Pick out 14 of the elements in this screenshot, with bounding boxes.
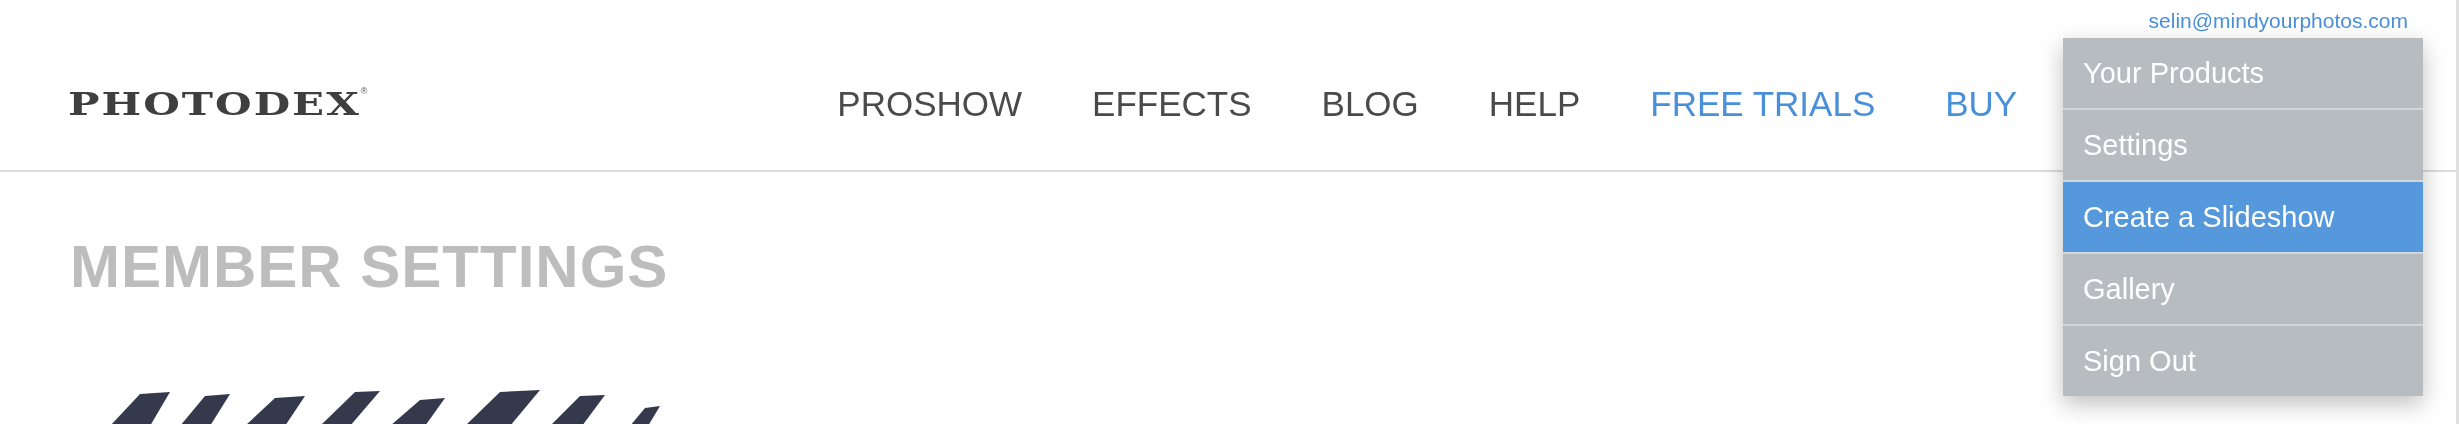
page-title: MEMBER SETTINGS xyxy=(70,232,669,301)
photodex-logo[interactable]: PHOTODEX xyxy=(68,85,361,123)
nav-link[interactable]: PROSHOW xyxy=(837,84,1023,124)
nav-link[interactable]: EFFECTS xyxy=(1092,84,1252,124)
menu-item[interactable]: Gallery xyxy=(2063,254,2423,326)
menu-item[interactable]: Sign Out xyxy=(2063,326,2423,396)
nav-link[interactable]: BLOG xyxy=(1321,84,1419,124)
menu-item[interactable]: Your Products xyxy=(2063,38,2423,110)
registered-mark: ® xyxy=(360,85,368,96)
menu-item[interactable]: Create a Slideshow xyxy=(2063,182,2423,254)
nav-link[interactable]: HELP xyxy=(1488,84,1581,124)
nav-link[interactable]: FREE TRIALS xyxy=(1650,84,1876,124)
nav-link[interactable]: BUY xyxy=(1945,84,2018,124)
account-email-link[interactable]: selin@mindyourphotos.com xyxy=(2148,9,2408,33)
